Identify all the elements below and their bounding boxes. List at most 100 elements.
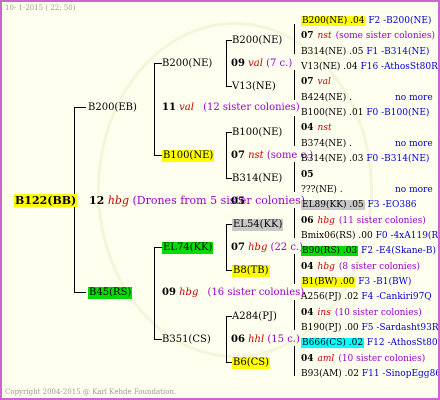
g4-bee[interactable]: B374(NE) .: [301, 139, 352, 149]
g4-bee[interactable]: ???(NE) .: [301, 185, 343, 195]
g4-tag: nst: [317, 123, 332, 134]
g3-d1-bee[interactable]: A284(PJ): [232, 311, 277, 323]
g2-b-tag: nst: [248, 150, 264, 161]
root-tag: hbg: [107, 194, 129, 207]
g4-origin: F11 -SinopEgg86R: [361, 369, 440, 380]
date-stamp: 10- 1-2015 ( 22: 50): [5, 4, 76, 12]
g2-a-bee[interactable]: B200(NE): [162, 58, 212, 70]
g2-c-bee[interactable]: EL74(KK): [162, 242, 214, 254]
root-note: (Drones from 5 sister colonies): [132, 194, 306, 207]
g3-b2-bee[interactable]: B314(NE): [232, 173, 282, 185]
g4-bee[interactable]: B100(NE) .01: [301, 108, 363, 118]
g1-lower-bee[interactable]: B45(RS): [88, 287, 133, 299]
g2-b-gen: 07: [231, 150, 245, 161]
g4-bee-row: B424(NE) . no more: [301, 93, 433, 104]
g4-gen: 07: [301, 77, 314, 88]
g4-bee-row: B1(BW) .00 F3 -B1(BW): [301, 276, 412, 288]
connector: [226, 224, 227, 270]
g3-a1-bee[interactable]: B200(NE): [232, 35, 282, 47]
g1-upper-gen: 11: [162, 102, 176, 113]
g4-bee[interactable]: B93(AM) .02: [301, 369, 359, 379]
connector: [226, 316, 227, 362]
g4-tag: val: [317, 77, 331, 88]
g4-bee[interactable]: B314(NE) .05: [301, 47, 363, 57]
g4-bee[interactable]: B666(CS) .02: [301, 338, 365, 349]
g4-bee-row: A256(PJ) .02 F4 -Cankiri97Q: [301, 292, 432, 303]
g4-bee-row: B374(NE) . no more: [301, 139, 433, 150]
g4-origin: F1 -B314(NE): [366, 46, 430, 57]
g4-gen-row: 04 nst: [301, 123, 332, 134]
g3-b1-bee[interactable]: B100(NE): [232, 127, 282, 139]
g4-gen-row: 05: [301, 170, 314, 181]
connector: [154, 63, 155, 155]
g4-origin: F5 -Sardasht93R: [361, 323, 439, 333]
g4-bee-row: Bmix06(RS) .00 F0 -4xA119(RS): [301, 230, 439, 242]
pedigree-chart: 10- 1-2015 ( 22: 50) Copyright 2004-2015…: [0, 0, 440, 400]
g4-bee[interactable]: B90(RS) .03: [301, 246, 359, 257]
g4-origin: F0 -4xA119(RS): [375, 230, 439, 241]
g3-a1-gen: 09: [231, 58, 245, 69]
g4-origin: F0 -B100(NE): [366, 108, 430, 119]
g4-tag: aml: [317, 353, 335, 364]
g4-tag: nst: [317, 31, 332, 42]
root-generation: 12 hbg (Drones from 5 sister colonies): [89, 194, 305, 207]
g4-bee-row: B200(NE) .04 F2 -B200(NE): [301, 16, 431, 27]
g4-bee[interactable]: B200(NE) .04: [301, 16, 366, 26]
connector: [154, 155, 162, 156]
g4-note: (10 sister colonies): [338, 353, 426, 364]
connector: [294, 162, 295, 192]
g3-c2-bee[interactable]: B8(TB): [232, 265, 270, 277]
g4-bee[interactable]: B424(NE) .: [301, 93, 352, 103]
g4-note: (10 sister colonies): [334, 307, 422, 318]
g1-lower-gen: 09: [162, 287, 176, 298]
g2-d-note: (15 c.): [267, 334, 300, 345]
g4-bee[interactable]: V13(NE) .04: [301, 62, 358, 72]
g1-upper-bee[interactable]: B200(EB): [88, 102, 137, 114]
g1-lower-tag: hbg: [179, 287, 199, 298]
g1-upper-tag: val: [179, 102, 194, 113]
g4-origin: F3 -B1(BW): [358, 276, 412, 287]
g4-bee[interactable]: A256(PJ) .02: [301, 292, 359, 302]
root-gen-number: 12: [89, 194, 105, 207]
connector: [226, 132, 227, 178]
g4-gen: 04: [301, 307, 314, 318]
g4-bee-row: B314(NE) .03 F0 -B314(NE): [301, 154, 429, 165]
connector: [294, 346, 295, 376]
connector: [74, 107, 86, 108]
connector: [294, 254, 295, 284]
connector: [154, 247, 155, 340]
g4-bee-row: V13(NE) .04 F16 -AthosSt80R: [301, 62, 438, 73]
g4-origin: F12 -AthosSt80R: [366, 338, 440, 349]
g4-bee[interactable]: Bmix06(RS) .00: [301, 231, 373, 241]
g4-gen: 04: [301, 261, 314, 272]
g4-bee[interactable]: B1(BW) .00: [301, 276, 356, 287]
g4-bee[interactable]: B190(PJ) .00: [301, 323, 359, 333]
g4-tag: hbg: [317, 261, 335, 272]
g4-gen: 04: [301, 353, 314, 364]
g4-bee[interactable]: EL89(KK) .05: [301, 200, 365, 211]
g4-origin: no more: [395, 184, 433, 195]
g2-d-tag: hhl: [248, 334, 265, 345]
g4-origin: no more: [395, 92, 433, 103]
connector: [294, 24, 295, 54]
connector: [294, 208, 295, 238]
g2-d-bee[interactable]: B351(CS): [162, 334, 211, 346]
g3-c1-bee[interactable]: EL54(KK): [232, 219, 284, 231]
g4-gen-row: 07 nst (some sister colonies): [301, 31, 435, 42]
g4-bee-row: B90(RS) .03 F2 -E4(Skane-B): [301, 246, 436, 257]
g1-lower-info: 09 hbg (16 sister colonies): [162, 287, 304, 299]
g4-origin: F2 -B200(NE): [368, 16, 432, 26]
connector: [294, 116, 295, 146]
g4-gen: 06: [301, 215, 314, 226]
g4-bee[interactable]: B314(NE) .03: [301, 154, 363, 164]
g4-tag: hbg: [317, 215, 335, 226]
root-bee[interactable]: B122(BB): [14, 194, 78, 207]
g4-origin: F0 -B314(NE): [366, 154, 430, 165]
g4-bee-row: B93(AM) .02 F11 -SinopEgg86R: [301, 369, 440, 380]
g3-a2-bee[interactable]: V13(NE): [232, 81, 276, 93]
g3-d2-bee[interactable]: B6(CS): [232, 357, 271, 369]
g2-b-bee[interactable]: B100(NE): [162, 150, 215, 162]
g2-c-tag: hbg: [248, 242, 268, 253]
g3-a1-tag: val: [248, 58, 263, 69]
g4-gen-row: 04 ins (10 sister colonies): [301, 308, 422, 319]
